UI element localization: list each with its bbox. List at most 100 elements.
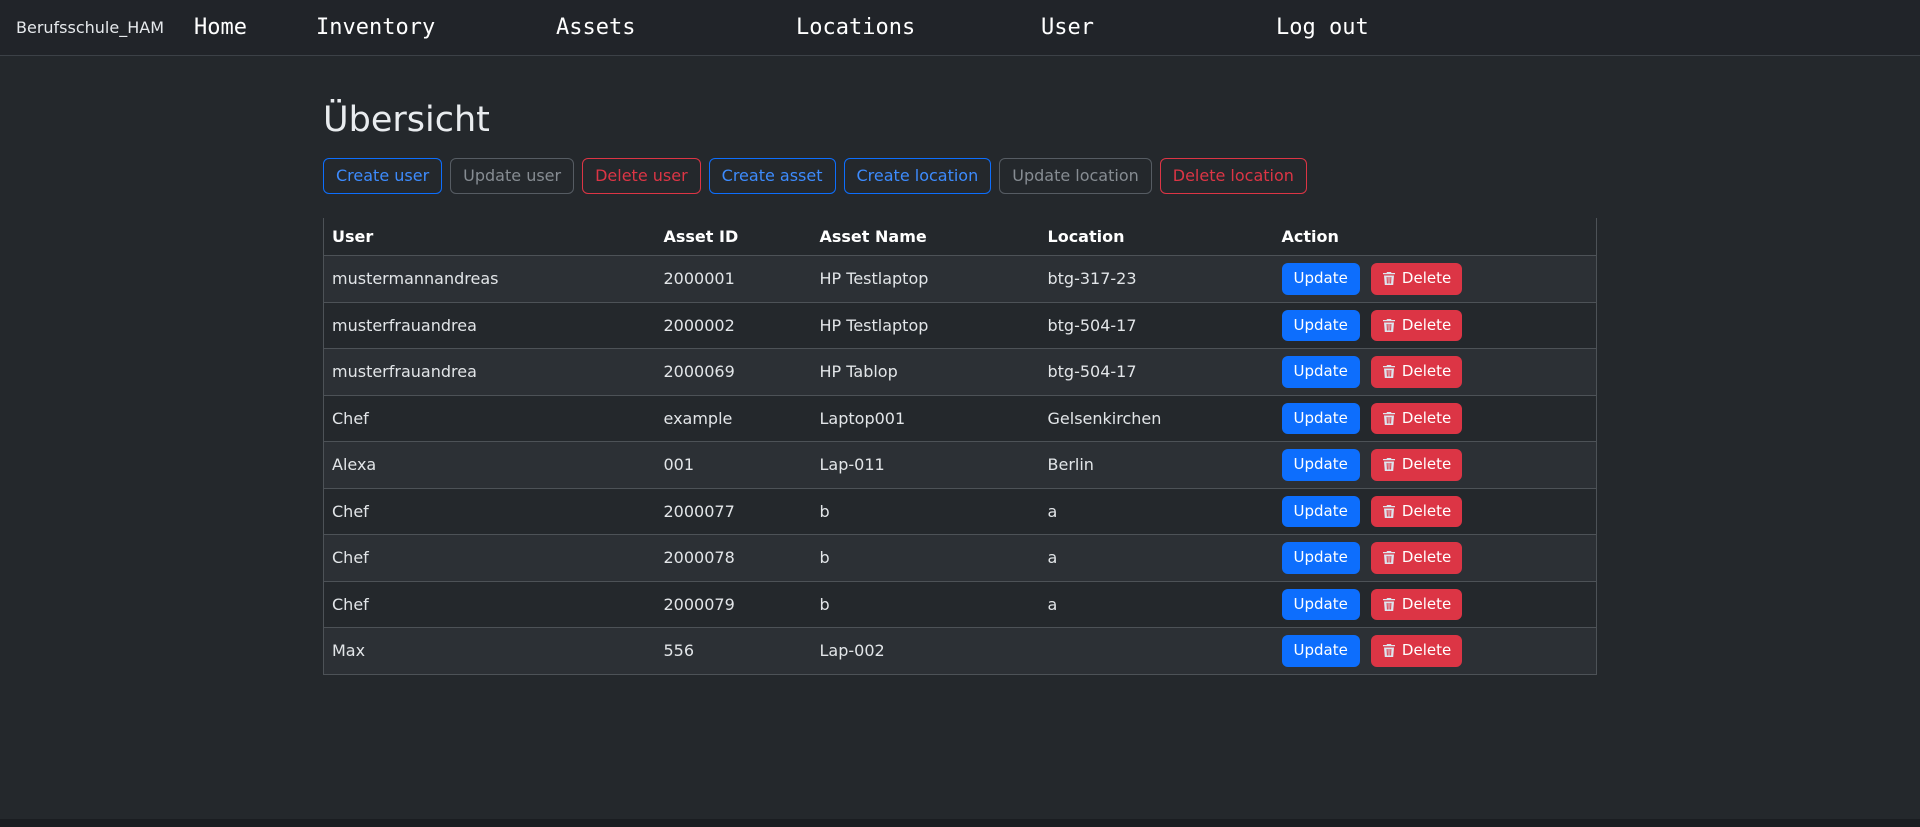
update-button[interactable]: Update [1282, 589, 1360, 621]
delete-button[interactable]: Delete [1371, 263, 1462, 295]
create-location-button[interactable]: Create location [844, 158, 992, 194]
cell-user: Alexa [324, 442, 656, 489]
cell-asset-id: 001 [656, 442, 812, 489]
cell-action: Update Delete [1274, 256, 1597, 303]
assets-table: User Asset ID Asset Name Location Action… [323, 218, 1597, 675]
cell-action: Update Delete [1274, 442, 1597, 489]
trash-icon [1382, 504, 1396, 519]
navbar-brand[interactable]: Berufsschule_HAM [16, 18, 164, 37]
cell-action: Update Delete [1274, 395, 1597, 442]
cell-asset-id: 2000069 [656, 349, 812, 396]
update-button[interactable]: Update [1282, 403, 1360, 435]
cell-action: Update Delete [1274, 628, 1597, 675]
nav-item-locations[interactable]: Locations [796, 15, 1041, 40]
column-header-user: User [324, 218, 656, 256]
cell-user: Chef [324, 535, 656, 582]
cell-asset-id: example [656, 395, 812, 442]
table-body: mustermannandreas 2000001 HP Testlaptop … [324, 256, 1597, 675]
delete-button[interactable]: Delete [1371, 310, 1462, 342]
table-header-row: User Asset ID Asset Name Location Action [324, 218, 1597, 256]
table-row: Alexa 001 Lap-011 Berlin Update Delete [324, 442, 1597, 489]
delete-location-button[interactable]: Delete location [1160, 158, 1307, 194]
navbar-links: Home Inventory Assets Locations User Log… [194, 15, 1369, 40]
cell-location: a [1040, 488, 1274, 535]
delete-button-label: Delete [1402, 641, 1451, 661]
column-header-asset-id: Asset ID [656, 218, 812, 256]
table-row: Chef example Laptop001 Gelsenkirchen Upd… [324, 395, 1597, 442]
trash-icon [1382, 271, 1396, 286]
table-row: Max 556 Lap-002 Update Delete [324, 628, 1597, 675]
cell-location: a [1040, 535, 1274, 582]
toolbar: Create user Update user Delete user Crea… [323, 158, 1597, 194]
table-row: musterfrauandrea 2000002 HP Testlaptop b… [324, 302, 1597, 349]
cell-action: Update Delete [1274, 535, 1597, 582]
page-title: Übersicht [323, 100, 1597, 140]
update-location-button[interactable]: Update location [999, 158, 1152, 194]
cell-asset-name: Laptop001 [812, 395, 1040, 442]
delete-button-label: Delete [1402, 269, 1451, 289]
delete-button-label: Delete [1402, 548, 1451, 568]
delete-button[interactable]: Delete [1371, 542, 1462, 574]
update-button[interactable]: Update [1282, 263, 1360, 295]
trash-icon [1382, 643, 1396, 658]
delete-button-label: Delete [1402, 455, 1451, 475]
delete-button[interactable]: Delete [1371, 635, 1462, 667]
cell-asset-name: HP Tablop [812, 349, 1040, 396]
cell-user: Chef [324, 395, 656, 442]
column-header-action: Action [1274, 218, 1597, 256]
bottom-edge-strip [0, 819, 1920, 827]
main-content: Übersicht Create user Update user Delete… [323, 100, 1597, 675]
cell-location: Gelsenkirchen [1040, 395, 1274, 442]
cell-asset-name: b [812, 535, 1040, 582]
nav-item-logout[interactable]: Log out [1276, 15, 1369, 40]
cell-asset-name: HP Testlaptop [812, 256, 1040, 303]
delete-user-button[interactable]: Delete user [582, 158, 701, 194]
cell-location [1040, 628, 1274, 675]
update-button[interactable]: Update [1282, 542, 1360, 574]
nav-item-inventory[interactable]: Inventory [316, 15, 556, 40]
delete-button-label: Delete [1402, 502, 1451, 522]
column-header-asset-name: Asset Name [812, 218, 1040, 256]
cell-asset-name: Lap-011 [812, 442, 1040, 489]
table-row: mustermannandreas 2000001 HP Testlaptop … [324, 256, 1597, 303]
update-button[interactable]: Update [1282, 310, 1360, 342]
cell-user: musterfrauandrea [324, 302, 656, 349]
table-row: Chef 2000078 b a Update Delete [324, 535, 1597, 582]
delete-button[interactable]: Delete [1371, 496, 1462, 528]
delete-button-label: Delete [1402, 362, 1451, 382]
delete-button-label: Delete [1402, 409, 1451, 429]
delete-button[interactable]: Delete [1371, 356, 1462, 388]
cell-action: Update Delete [1274, 488, 1597, 535]
cell-asset-id: 2000077 [656, 488, 812, 535]
update-button[interactable]: Update [1282, 356, 1360, 388]
cell-asset-id: 2000079 [656, 581, 812, 628]
navbar: Berufsschule_HAM Home Inventory Assets L… [0, 0, 1920, 56]
create-asset-button[interactable]: Create asset [709, 158, 836, 194]
create-user-button[interactable]: Create user [323, 158, 442, 194]
cell-asset-name: Lap-002 [812, 628, 1040, 675]
cell-user: Max [324, 628, 656, 675]
update-button[interactable]: Update [1282, 449, 1360, 481]
cell-action: Update Delete [1274, 581, 1597, 628]
delete-button[interactable]: Delete [1371, 449, 1462, 481]
nav-item-home[interactable]: Home [194, 15, 316, 40]
cell-location: btg-504-17 [1040, 349, 1274, 396]
delete-button[interactable]: Delete [1371, 589, 1462, 621]
trash-icon [1382, 550, 1396, 565]
cell-asset-name: b [812, 581, 1040, 628]
nav-item-user[interactable]: User [1041, 15, 1276, 40]
cell-location: a [1040, 581, 1274, 628]
cell-user: Chef [324, 581, 656, 628]
cell-action: Update Delete [1274, 349, 1597, 396]
cell-asset-name: HP Testlaptop [812, 302, 1040, 349]
update-user-button[interactable]: Update user [450, 158, 574, 194]
cell-location: btg-504-17 [1040, 302, 1274, 349]
nav-item-assets[interactable]: Assets [556, 15, 796, 40]
update-button[interactable]: Update [1282, 496, 1360, 528]
table-row: musterfrauandrea 2000069 HP Tablop btg-5… [324, 349, 1597, 396]
table-row: Chef 2000077 b a Update Delete [324, 488, 1597, 535]
cell-asset-id: 2000078 [656, 535, 812, 582]
update-button[interactable]: Update [1282, 635, 1360, 667]
delete-button[interactable]: Delete [1371, 403, 1462, 435]
table-header: User Asset ID Asset Name Location Action [324, 218, 1597, 256]
